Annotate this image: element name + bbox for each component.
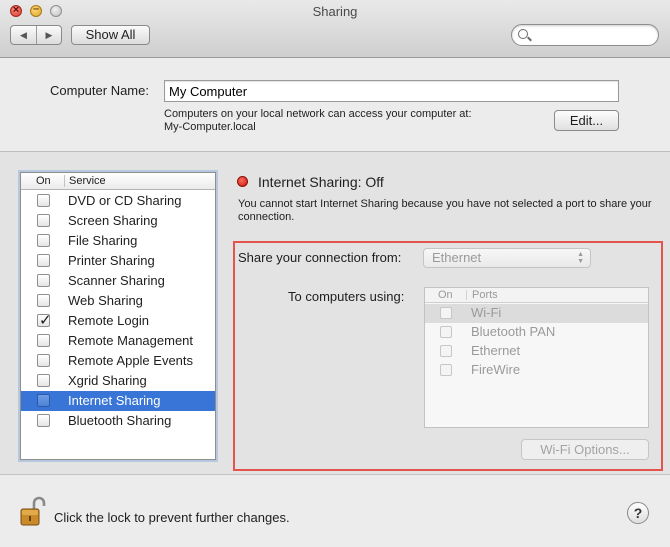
service-name: DVD or CD Sharing (68, 193, 182, 208)
service-checkbox[interactable] (37, 274, 50, 287)
service-name: Remote Login (68, 313, 149, 328)
service-checkbox[interactable] (37, 414, 50, 427)
share-from-label: Share your connection from: (238, 250, 402, 265)
service-name: Screen Sharing (68, 213, 158, 228)
service-checkbox[interactable] (37, 374, 50, 387)
service-name: Xgrid Sharing (68, 373, 147, 388)
search-input[interactable] (532, 27, 652, 43)
search-icon (518, 29, 528, 39)
wifi-options-button[interactable]: Wi-Fi Options... (521, 439, 649, 460)
service-row[interactable]: Web Sharing (21, 291, 215, 311)
service-checkbox[interactable]: ✓ (37, 312, 52, 329)
lock-message: Click the lock to prevent further change… (54, 510, 290, 525)
column-header-service: Service (69, 175, 106, 187)
service-checkbox[interactable] (37, 334, 50, 347)
lock-open-icon (20, 496, 46, 526)
updown-arrows-icon: ▲ ▼ (577, 251, 584, 265)
service-name: File Sharing (68, 233, 138, 248)
computer-name-label: Computer Name: (50, 83, 149, 98)
checkmark-icon: ✓ (39, 312, 52, 329)
status-text: Internet Sharing: Off (258, 174, 384, 190)
port-checkbox[interactable] (440, 326, 452, 338)
column-header-on: On (36, 175, 51, 187)
service-row[interactable]: DVD or CD Sharing (21, 191, 215, 211)
service-row[interactable]: Remote Apple Events (21, 351, 215, 371)
service-name: Internet Sharing (68, 393, 161, 408)
port-checkbox[interactable] (440, 345, 452, 357)
port-name: Wi-Fi (471, 305, 502, 320)
ports-table[interactable]: On Ports Wi-Fi Bluetooth PAN Ethernet FireW… (424, 287, 649, 428)
service-checkbox[interactable] (37, 294, 50, 307)
service-name: Remote Apple Events (68, 353, 194, 368)
service-row[interactable]: Scanner Sharing (21, 271, 215, 291)
back-arrow-icon: ◀ (20, 29, 27, 40)
forward-button[interactable]: ▶ (36, 26, 61, 44)
sharing-window: × – Sharing ◀ ▶ Show All Computer Name: … (0, 0, 670, 547)
service-list-header: On Service (21, 173, 215, 190)
port-checkbox[interactable] (440, 364, 452, 376)
lock-button[interactable] (20, 496, 46, 528)
column-header-ports: Ports (472, 289, 498, 301)
computer-name-input[interactable] (164, 80, 619, 102)
show-all-button[interactable]: Show All (71, 25, 150, 45)
service-checkbox[interactable] (37, 354, 50, 367)
titlebar: × – Sharing ◀ ▶ Show All (0, 0, 670, 58)
service-row[interactable]: ✓ Remote Login (21, 311, 215, 331)
service-name: Remote Management (68, 333, 194, 348)
service-list[interactable]: On Service DVD or CD Sharing Screen Shari… (20, 172, 216, 460)
service-row[interactable]: Internet Sharing (21, 391, 215, 411)
divider (0, 474, 670, 475)
forward-arrow-icon: ▶ (45, 29, 53, 40)
ports-table-header: On Ports (425, 288, 648, 303)
window-title: Sharing (312, 4, 358, 19)
column-header-on: On (438, 289, 453, 301)
search-field[interactable] (511, 24, 659, 46)
local-hostname: My-Computer.local (164, 121, 256, 133)
service-checkbox[interactable] (37, 394, 50, 407)
service-checkbox[interactable] (37, 214, 50, 227)
status-description: You cannot start Internet Sharing becaus… (238, 198, 652, 223)
back-forward-control: ◀ ▶ (10, 25, 62, 45)
address-info-line: Computers on your local network can acce… (164, 108, 472, 120)
port-checkbox[interactable] (440, 307, 452, 319)
port-row[interactable]: Wi-Fi (425, 304, 648, 323)
computer-address-info: Computers on your local network can acce… (164, 108, 472, 134)
service-checkbox[interactable] (37, 194, 50, 207)
share-from-value: Ethernet (432, 250, 482, 265)
port-row[interactable]: Ethernet (425, 342, 648, 361)
port-name: FireWire (471, 362, 521, 377)
edit-button[interactable]: Edit... (554, 110, 619, 131)
service-row[interactable]: Screen Sharing (21, 211, 215, 231)
status-indicator-icon (237, 176, 248, 187)
service-row[interactable]: Bluetooth Sharing (21, 411, 215, 431)
service-name: Scanner Sharing (68, 273, 165, 288)
column-divider (466, 290, 467, 300)
column-divider (64, 175, 65, 187)
port-name: Bluetooth PAN (471, 324, 556, 339)
service-row[interactable]: Remote Management (21, 331, 215, 351)
service-row[interactable]: File Sharing (21, 231, 215, 251)
port-row[interactable]: FireWire (425, 361, 648, 380)
port-row[interactable]: Bluetooth PAN (425, 323, 648, 342)
service-checkbox[interactable] (37, 254, 50, 267)
share-from-popup[interactable]: Ethernet ▲ ▼ (423, 248, 591, 268)
service-row[interactable]: Printer Sharing (21, 251, 215, 271)
service-name: Printer Sharing (68, 253, 155, 268)
to-computers-label: To computers using: (288, 289, 405, 304)
back-button[interactable]: ◀ (11, 26, 36, 44)
help-button[interactable]: ? (627, 502, 649, 524)
service-checkbox[interactable] (37, 234, 50, 247)
service-name: Web Sharing (68, 293, 143, 308)
port-name: Ethernet (471, 343, 521, 358)
service-name: Bluetooth Sharing (68, 413, 172, 428)
service-row[interactable]: Xgrid Sharing (21, 371, 215, 391)
